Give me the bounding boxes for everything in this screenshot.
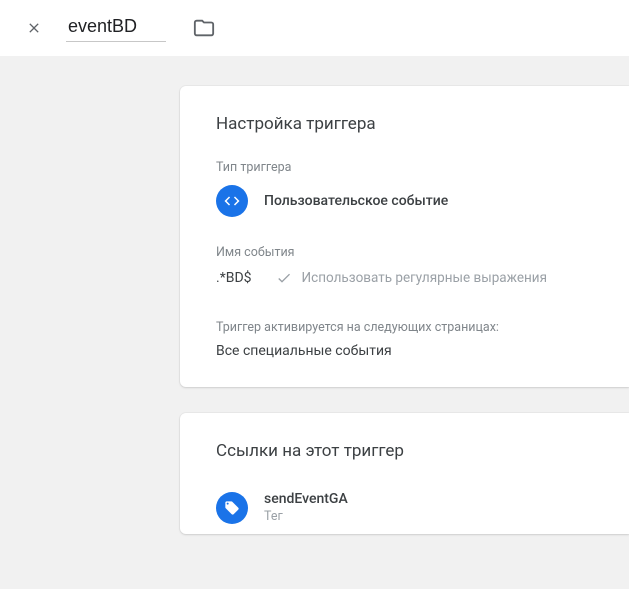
event-name-label: Имя события <box>216 245 629 260</box>
trigger-type-value: Пользовательское событие <box>264 193 448 209</box>
event-name-value: .*BD$ <box>216 270 252 286</box>
reference-type: Тег <box>264 509 348 524</box>
reference-item[interactable]: sendEventGA Тег <box>216 487 629 524</box>
trigger-config-card[interactable]: Настройка триггера Тип триггера Пользова… <box>180 86 629 387</box>
trigger-name-input[interactable] <box>66 14 166 42</box>
regex-checkbox[interactable]: Использовать регулярные выражения <box>276 270 547 286</box>
event-name-row: .*BD$ Использовать регулярные выражения <box>216 270 629 286</box>
references-title: Ссылки на этот триггер <box>216 441 629 461</box>
content-area: Настройка триггера Тип триггера Пользова… <box>0 56 629 589</box>
tag-icon <box>216 492 248 524</box>
code-angle-icon <box>216 185 248 217</box>
fires-on-label: Триггер активируется на следующих страни… <box>216 320 629 335</box>
close-icon[interactable] <box>22 16 46 40</box>
trigger-type-label: Тип триггера <box>216 160 629 175</box>
references-card: Ссылки на этот триггер sendEventGA Тег <box>180 413 629 534</box>
fires-on-value: Все специальные события <box>216 343 629 359</box>
check-icon <box>276 270 292 286</box>
trigger-type-row: Пользовательское событие <box>216 185 629 217</box>
regex-label: Использовать регулярные выражения <box>302 270 547 286</box>
header-bar <box>0 0 629 56</box>
reference-name: sendEventGA <box>264 491 348 507</box>
reference-text: sendEventGA Тег <box>264 491 348 524</box>
folder-icon[interactable] <box>192 16 216 40</box>
card-title: Настройка триггера <box>216 114 629 134</box>
